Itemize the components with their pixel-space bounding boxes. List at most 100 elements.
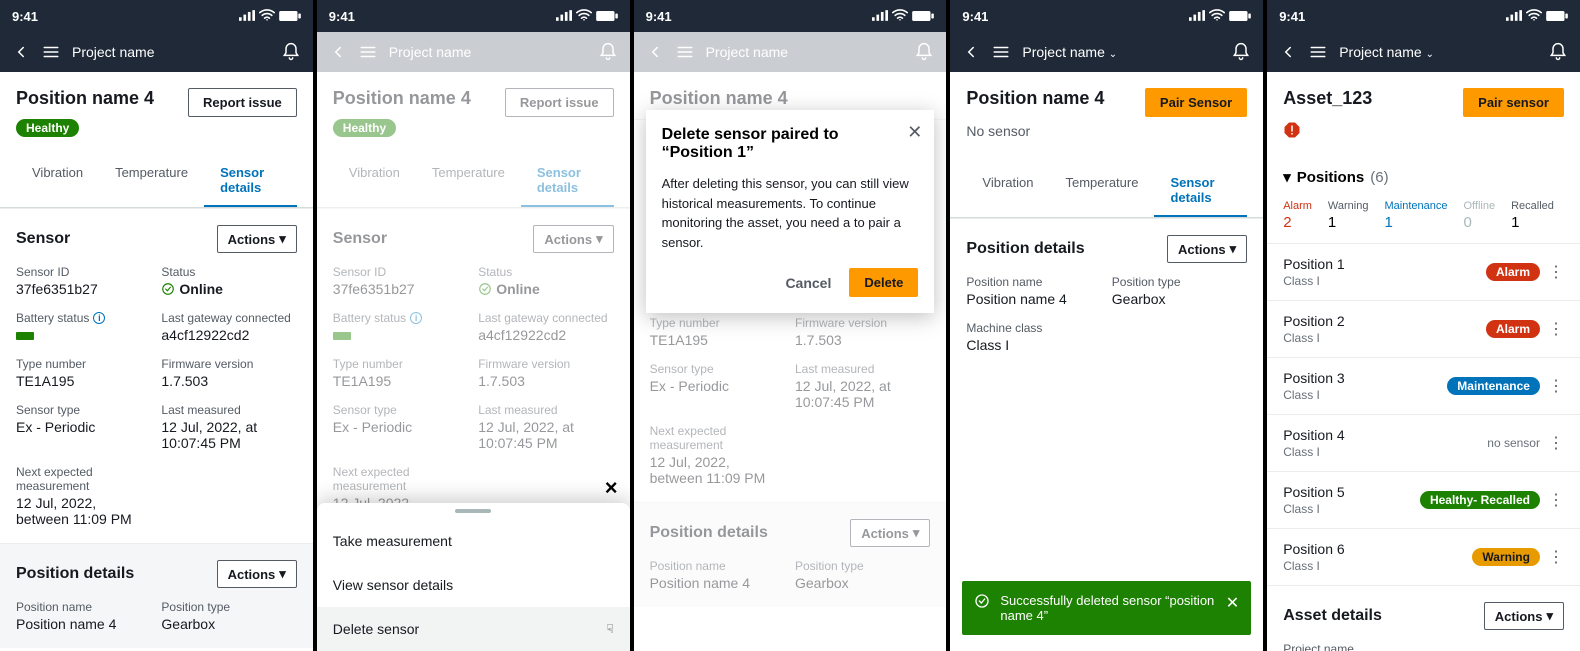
sensor-heading: Sensor: [333, 230, 387, 248]
tab-temperature[interactable]: Temperature: [1049, 165, 1154, 217]
project-name-dropdown[interactable]: Project name ⌄: [1339, 44, 1434, 60]
position-name-value: Position name 4: [16, 616, 151, 632]
gateway-label: Last gateway connected: [161, 311, 296, 325]
asset-actions-button[interactable]: Actions▾: [1484, 602, 1564, 630]
status-badge: Healthy: [16, 119, 79, 137]
position-status-badge: Alarm: [1486, 320, 1540, 338]
back-icon[interactable]: [1279, 43, 1297, 61]
position-row[interactable]: Position 1Class IAlarm⋮: [1267, 243, 1580, 300]
position-row[interactable]: Position 4Class Ino sensor⋮: [1267, 414, 1580, 471]
position-row[interactable]: Position 3Class IMaintenance⋮: [1267, 357, 1580, 414]
tabs: Vibration Temperature Sensor details: [0, 155, 313, 208]
app-header: Project name: [634, 32, 947, 72]
tab-vibration[interactable]: Vibration: [16, 155, 99, 207]
position-details-section: Position details Actions▾ Position nameP…: [0, 543, 313, 648]
tab-sensor-details[interactable]: Sensor details: [1154, 165, 1247, 217]
sheet-handle[interactable]: [455, 509, 491, 513]
position-actions-button[interactable]: Actions▾: [1167, 235, 1247, 263]
tab-temperature[interactable]: Temperature: [416, 155, 521, 207]
pair-sensor-button[interactable]: Pair Sensor: [1145, 88, 1247, 117]
tab-vibration[interactable]: Vibration: [966, 165, 1049, 217]
bell-icon[interactable]: [1548, 42, 1568, 62]
position-row[interactable]: Position 5Class IHealthy- Recalled⋮: [1267, 471, 1580, 528]
chevron-down-icon: ⌄: [1426, 49, 1434, 60]
status-time: 9:41: [329, 9, 355, 24]
status-counts: Alarm2 Warning1 Maintenance1 Offline0 Re…: [1267, 200, 1580, 243]
sensor-actions-button[interactable]: Actions▾: [533, 225, 613, 253]
last-measured-value: 12 Jul, 2022, at 10:07:45 PM: [161, 419, 296, 451]
stat-recalled-label: Recalled: [1511, 200, 1554, 212]
modal-cancel-button[interactable]: Cancel: [775, 268, 841, 297]
sheet-take-measurement[interactable]: Take measurement: [317, 519, 630, 563]
bell-icon[interactable]: [1231, 42, 1251, 62]
report-issue-button[interactable]: Report issue: [188, 88, 297, 117]
position-name: Position 3: [1283, 370, 1447, 386]
project-name: Project name: [389, 44, 471, 60]
screen-3: 9:41 Project name Position name 4 37fe63…: [634, 0, 947, 651]
position-type-label: Position type: [1112, 275, 1247, 289]
tab-sensor-details[interactable]: Sensor details: [521, 155, 614, 207]
more-icon[interactable]: ⋮: [1548, 376, 1564, 396]
asset-details-heading: Asset details: [1283, 607, 1382, 625]
tab-temperature[interactable]: Temperature: [99, 155, 204, 207]
status-time: 9:41: [1279, 9, 1305, 24]
app-header: Project name: [317, 32, 630, 72]
caret-down-icon: ▾: [1283, 168, 1291, 186]
project-name[interactable]: Project name: [72, 44, 154, 60]
menu-icon[interactable]: [42, 43, 60, 61]
sheet-close-icon[interactable]: ×: [605, 475, 618, 501]
more-icon[interactable]: ⋮: [1548, 319, 1564, 339]
menu-icon[interactable]: [992, 43, 1010, 61]
firmware-label: Firmware version: [161, 357, 296, 371]
menu-icon[interactable]: [359, 43, 377, 61]
position-status-badge: Warning: [1472, 548, 1540, 566]
menu-icon[interactable]: [1309, 43, 1327, 61]
info-icon[interactable]: i: [93, 312, 105, 324]
sheet-delete-sensor[interactable]: Delete sensor☟: [317, 607, 630, 651]
sensor-type-value: Ex - Periodic: [16, 419, 151, 435]
bell-icon[interactable]: [598, 42, 618, 62]
more-icon[interactable]: ⋮: [1548, 262, 1564, 282]
delete-modal: ✕ Delete sensor paired to “Position 1” A…: [646, 110, 935, 313]
position-type-label: Position type: [161, 600, 296, 614]
back-icon[interactable]: [962, 43, 980, 61]
position-name-label: Position name: [966, 275, 1101, 289]
modal-close-icon[interactable]: ✕: [907, 122, 922, 143]
wifi-icon: [259, 9, 275, 24]
positions-toggle[interactable]: ▾ Positions (6): [1267, 154, 1580, 200]
positions-label: Positions: [1297, 169, 1365, 186]
position-type-value: Gearbox: [161, 616, 296, 632]
more-icon[interactable]: ⋮: [1548, 433, 1564, 453]
pair-sensor-button[interactable]: Pair sensor: [1463, 88, 1564, 117]
toast-close-icon[interactable]: ✕: [1226, 593, 1239, 613]
position-row[interactable]: Position 2Class IAlarm⋮: [1267, 300, 1580, 357]
tab-sensor-details[interactable]: Sensor details: [204, 155, 297, 207]
back-icon[interactable]: [12, 43, 30, 61]
machine-class-label: Machine class: [966, 321, 1101, 335]
caret-down-icon: ▾: [1546, 608, 1553, 624]
sensor-actions-button[interactable]: Actions▾: [217, 225, 297, 253]
project-name-dropdown[interactable]: Project name ⌄: [1022, 44, 1117, 60]
sheet-view-details[interactable]: View sensor details: [317, 563, 630, 607]
bell-icon[interactable]: [281, 42, 301, 62]
positions-list: Position 1Class IAlarm⋮Position 2Class I…: [1267, 243, 1580, 585]
position-class: Class I: [1283, 559, 1472, 573]
status-time: 9:41: [646, 9, 672, 24]
tab-vibration[interactable]: Vibration: [333, 155, 416, 207]
stat-alarm-value: 2: [1283, 214, 1312, 231]
position-row[interactable]: Position 6Class IWarning⋮: [1267, 528, 1580, 585]
signal-icon: [239, 9, 255, 24]
more-icon[interactable]: ⋮: [1548, 490, 1564, 510]
position-type-value: Gearbox: [1112, 291, 1247, 307]
back-icon[interactable]: [329, 43, 347, 61]
more-icon[interactable]: ⋮: [1548, 547, 1564, 567]
modal-delete-button[interactable]: Delete: [849, 268, 918, 297]
position-actions-button[interactable]: Actions▾: [217, 560, 297, 588]
back-icon: [646, 43, 664, 61]
sensor-section: Sensor Actions▾ Sensor ID37fe6351b27 Sta…: [0, 208, 313, 543]
last-measured-label: Last measured: [161, 403, 296, 417]
report-issue-button[interactable]: Report issue: [505, 88, 614, 117]
battery-icon: [1229, 9, 1251, 24]
stat-warning-value: 1: [1328, 214, 1369, 231]
position-class: Class I: [1283, 331, 1486, 345]
